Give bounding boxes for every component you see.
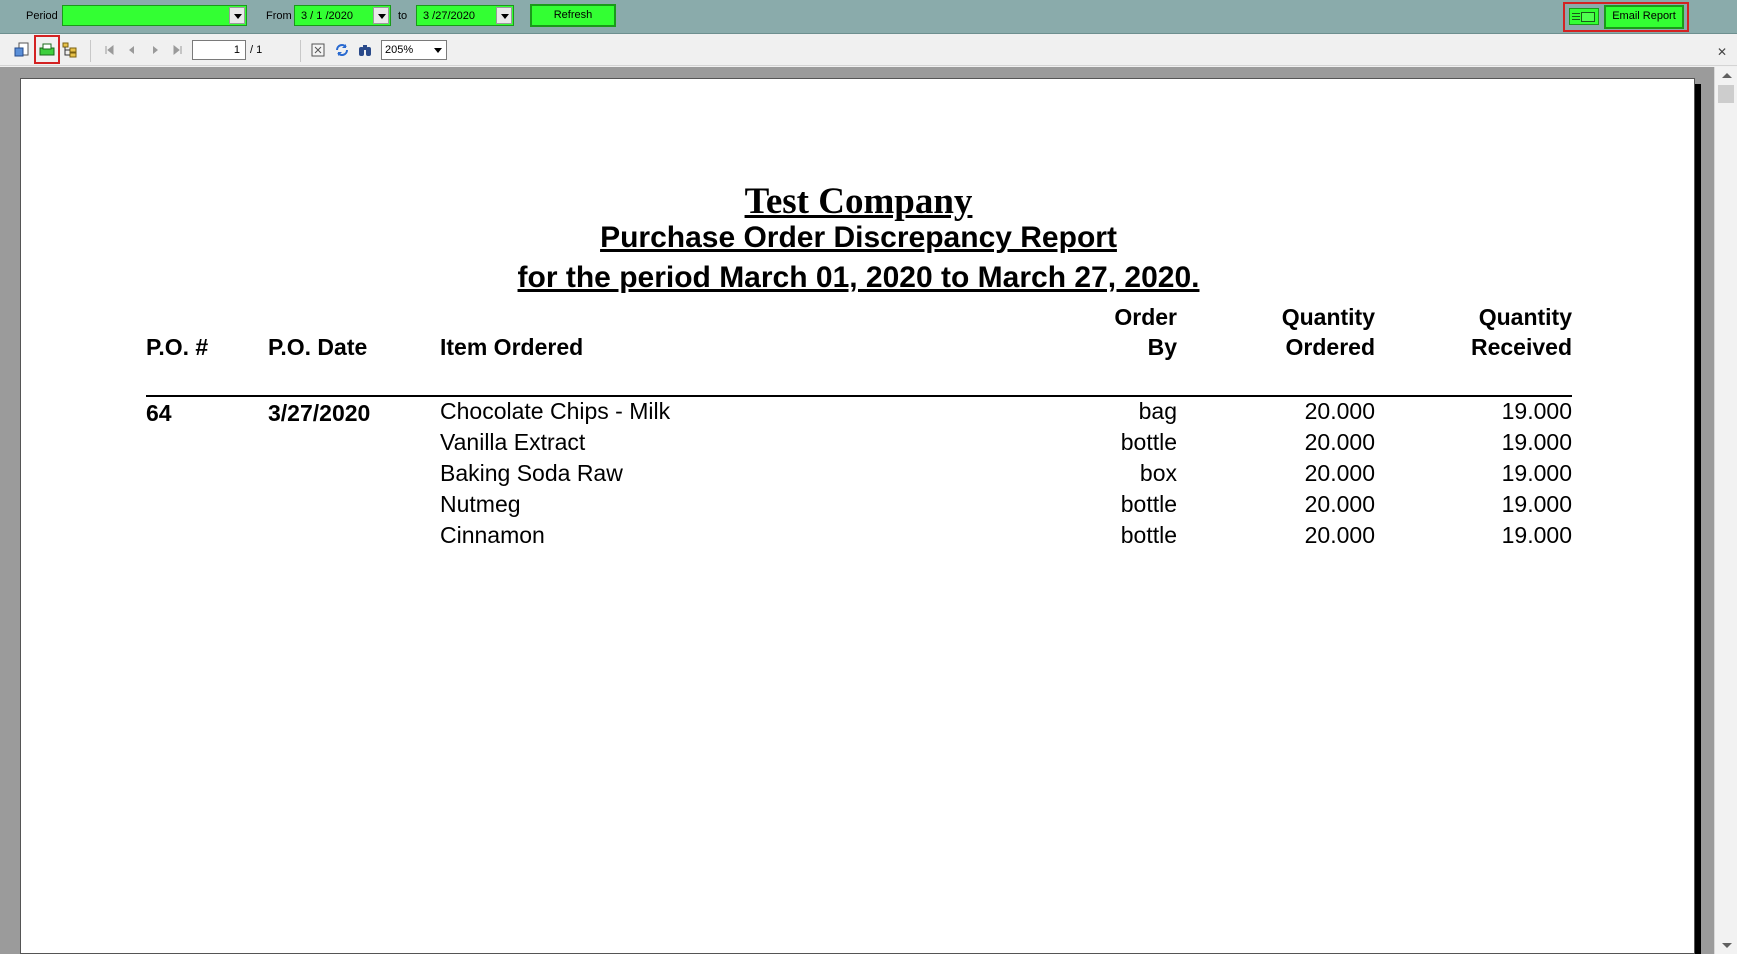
header-qty-received-line1: Quantity (1478, 304, 1572, 330)
zoom-value: 205% (385, 44, 414, 56)
scroll-thumb[interactable] (1718, 85, 1734, 103)
refresh-button[interactable]: Refresh (530, 4, 616, 27)
zoom-select[interactable]: 205% (381, 40, 447, 60)
stop-icon[interactable] (310, 42, 326, 58)
page-number-input[interactable]: 1 (192, 40, 246, 60)
row-item: Nutmeg (440, 491, 521, 517)
header-po-date: P.O. Date (268, 334, 368, 360)
report-period: for the period March 01, 2020 to March 2… (517, 261, 1200, 294)
search-icon[interactable] (357, 42, 373, 58)
row-unit: bottle (1120, 429, 1177, 455)
row-unit: bag (1138, 398, 1177, 424)
email-icon[interactable] (1569, 8, 1599, 25)
header-order-by-line2: By (1147, 334, 1177, 360)
last-page-icon[interactable] (170, 42, 186, 58)
period-label: Period (26, 10, 58, 22)
report-viewer: Test Company Purchase Order Discrepancy … (0, 67, 1737, 954)
chevron-down-icon[interactable] (229, 7, 245, 24)
row-qty-ordered: 20.000 (1304, 491, 1375, 517)
from-date-picker[interactable]: 3 / 1 /2020 (294, 5, 391, 26)
row-qty-ordered: 20.000 (1304, 460, 1375, 486)
row-qty-ordered: 20.000 (1304, 429, 1375, 455)
row-item: Vanilla Extract (440, 429, 586, 455)
refresh-icon[interactable] (334, 42, 350, 58)
chevron-down-icon[interactable] (496, 7, 512, 24)
company-name: Test Company (744, 181, 973, 222)
from-date-value: 3 / 1 /2020 (301, 10, 353, 22)
group-tree-icon[interactable] (62, 42, 78, 58)
first-page-icon[interactable] (101, 42, 117, 58)
previous-page-icon[interactable] (124, 42, 140, 58)
row-qty-received: 19.000 (1501, 460, 1572, 486)
from-label: From (266, 10, 292, 22)
print-highlight (34, 35, 60, 64)
row-unit: box (1139, 460, 1177, 486)
row-qty-received: 19.000 (1501, 491, 1572, 517)
vertical-scrollbar[interactable] (1714, 67, 1737, 954)
page-total: / 1 (250, 44, 263, 56)
header-po-number: P.O. # (146, 334, 209, 360)
row-item: Chocolate Chips - Milk (440, 398, 671, 424)
row-unit: bottle (1120, 522, 1177, 548)
chevron-down-icon[interactable] (373, 7, 389, 24)
row-qty-ordered: 20.000 (1304, 398, 1375, 424)
header-qty-ordered-line2: Ordered (1285, 334, 1375, 360)
next-page-icon[interactable] (147, 42, 163, 58)
header-divider (146, 395, 1572, 397)
chevron-down-icon (434, 48, 442, 53)
header-order-by-line1: Order (1114, 304, 1177, 330)
report-page: Test Company Purchase Order Discrepancy … (20, 78, 1695, 954)
header-item-ordered: Item Ordered (440, 334, 584, 360)
row-unit: bottle (1120, 491, 1177, 517)
row-qty-ordered: 20.000 (1304, 522, 1375, 548)
row-qty-received: 19.000 (1501, 522, 1572, 548)
row-item: Cinnamon (440, 522, 545, 548)
row-qty-received: 19.000 (1501, 429, 1572, 455)
period-select[interactable] (62, 5, 247, 26)
row-item: Baking Soda Raw (440, 460, 623, 486)
po-number-value: 64 (146, 400, 172, 426)
to-date-picker[interactable]: 3 /27/2020 (416, 5, 514, 26)
email-report-button[interactable]: Email Report (1604, 5, 1684, 29)
header-qty-ordered-line1: Quantity (1281, 304, 1375, 330)
report-title: Purchase Order Discrepancy Report (600, 221, 1117, 254)
scroll-down-icon[interactable] (1722, 943, 1732, 948)
export-icon[interactable] (14, 42, 30, 58)
to-date-value: 3 /27/2020 (423, 10, 475, 22)
header-qty-received-line2: Received (1470, 334, 1572, 360)
row-qty-received: 19.000 (1501, 398, 1572, 424)
po-date-value: 3/27/2020 (268, 400, 371, 426)
scroll-up-icon[interactable] (1722, 73, 1732, 78)
filter-bar: Period From 3 / 1 /2020 to 3 /27/2020 Re… (0, 0, 1737, 34)
to-label: to (398, 10, 408, 22)
close-icon[interactable]: ✕ (1717, 45, 1727, 59)
